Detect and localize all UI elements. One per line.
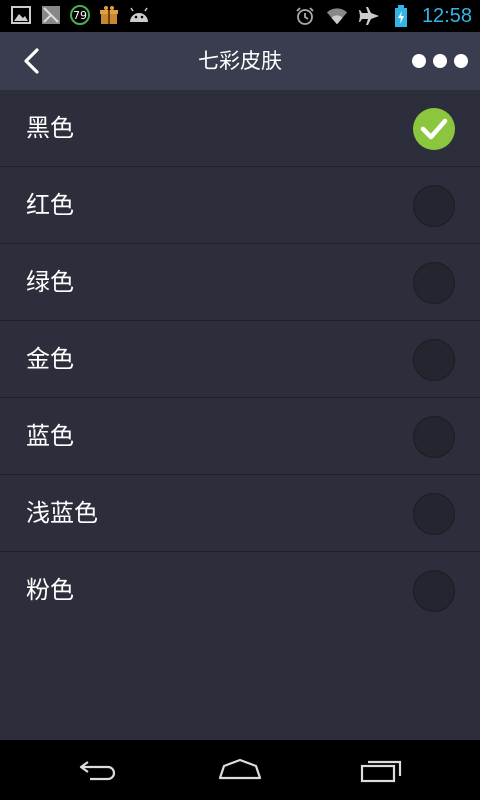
- recents-nav-icon: [360, 760, 402, 783]
- checkmark-icon[interactable]: [413, 108, 455, 150]
- radio-circle-icon[interactable]: [413, 262, 455, 304]
- skin-label: 红色: [26, 191, 74, 219]
- status-time: 12:58: [421, 5, 472, 27]
- nav-home-button[interactable]: [210, 752, 270, 788]
- skin-option-pink[interactable]: 粉色: [0, 552, 480, 629]
- navigation-bar: [0, 740, 480, 800]
- skin-list: 黑色 红色 绿色 金色 蓝色 浅蓝色 粉色: [0, 90, 480, 629]
- badge-79-icon: 79: [70, 5, 90, 25]
- status-bar: 79 12:58: [0, 0, 480, 32]
- home-nav-icon: [218, 758, 262, 780]
- airplane-icon: [358, 5, 380, 27]
- back-button[interactable]: [14, 44, 48, 78]
- skin-label: 粉色: [26, 576, 74, 604]
- skin-label: 蓝色: [26, 422, 74, 450]
- gift-box-icon: [98, 4, 120, 26]
- radio-circle-icon[interactable]: [413, 339, 455, 381]
- skin-option-green[interactable]: 绿色: [0, 244, 480, 321]
- app-header: 七彩皮肤: [0, 32, 480, 90]
- wifi-icon: [326, 5, 348, 27]
- alarm-icon: [294, 5, 316, 27]
- skin-label: 金色: [26, 345, 74, 373]
- radio-circle-icon[interactable]: [413, 493, 455, 535]
- radio-circle-icon[interactable]: [413, 185, 455, 227]
- gallery-icon: [10, 4, 32, 26]
- nav-recents-button[interactable]: [352, 752, 412, 788]
- chevron-left-icon: [24, 48, 39, 74]
- nav-back-button[interactable]: [70, 752, 130, 788]
- radio-circle-icon[interactable]: [413, 416, 455, 458]
- skin-label: 绿色: [26, 268, 74, 296]
- more-button[interactable]: [412, 49, 468, 73]
- system-icons: 12:58: [294, 2, 472, 30]
- skin-option-red[interactable]: 红色: [0, 167, 480, 244]
- image-notification-icon: [40, 4, 62, 26]
- page-title: 七彩皮肤: [198, 49, 282, 73]
- skin-option-gold[interactable]: 金色: [0, 321, 480, 398]
- skin-label: 黑色: [26, 114, 74, 142]
- android-icon: [128, 4, 150, 26]
- skin-option-light-blue[interactable]: 浅蓝色: [0, 475, 480, 552]
- back-nav-icon: [79, 761, 116, 781]
- more-dots-icon: [454, 54, 468, 68]
- skin-option-black[interactable]: 黑色: [0, 90, 480, 167]
- notification-icons: 79: [10, 4, 150, 26]
- skin-option-blue[interactable]: 蓝色: [0, 398, 480, 475]
- skin-label: 浅蓝色: [26, 499, 98, 527]
- radio-circle-icon[interactable]: [413, 570, 455, 612]
- more-dots-icon: [433, 54, 447, 68]
- battery-charging-icon: [390, 5, 412, 27]
- more-dots-icon: [412, 54, 426, 68]
